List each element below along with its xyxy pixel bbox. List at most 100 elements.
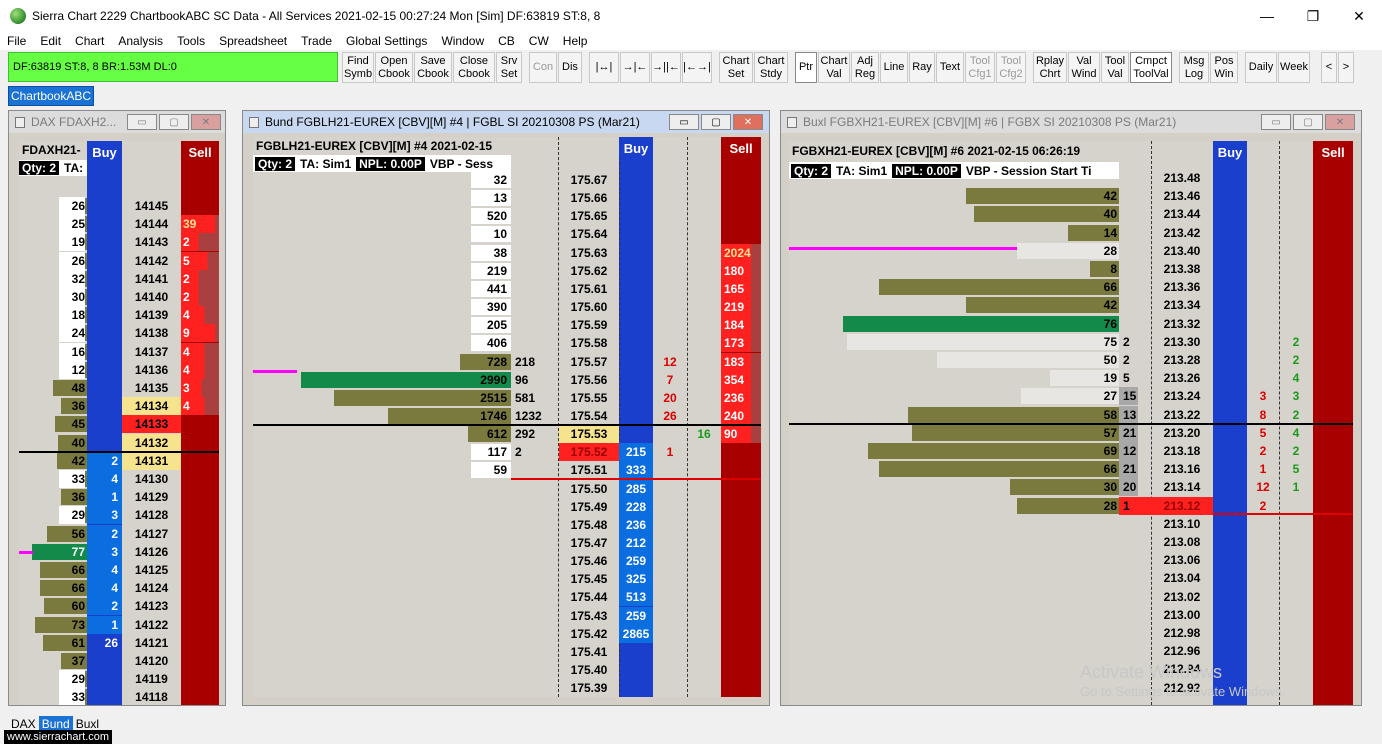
bund-ladder-row[interactable]: 175.40 <box>253 661 761 679</box>
dax-restore-button[interactable]: ▢ <box>159 114 189 130</box>
buxl-ladder-row[interactable]: 66 213.36 <box>789 278 1353 296</box>
dax-ladder-row[interactable]: 66 14124 4 <box>19 579 219 598</box>
buxl-ladder-row[interactable]: 27 15 213.24 3 3 <box>789 387 1353 406</box>
dax-ladder-row[interactable]: 33 14118 <box>19 688 219 705</box>
menu-global-settings[interactable]: Global Settings <box>339 34 434 48</box>
bund-window-caption[interactable]: Bund FGBLH21-EUREX [CBV][M] #4 | FGBL SI… <box>243 111 769 133</box>
buxl-ladder-row[interactable]: 28 213.40 <box>789 242 1353 260</box>
dax-ladder-row[interactable]: 24 14138 9 <box>19 324 219 343</box>
dax-ladder-row[interactable]: 16 14137 4 <box>19 342 219 361</box>
toolbar-button-rplay-chrt[interactable]: Rplay Chrt <box>1033 52 1067 83</box>
menu-edit[interactable]: Edit <box>33 34 68 48</box>
dax-ladder-row[interactable]: 29 14119 <box>19 670 219 689</box>
toolbar-button-chart-stdy[interactable]: Chart Stdy <box>754 52 788 83</box>
dax-minimize-button[interactable]: ▭ <box>127 114 157 130</box>
toolbar-button-chart-set[interactable]: Chart Set <box>719 52 753 83</box>
bund-ladder-row[interactable]: 38 175.63 2024 <box>253 243 761 262</box>
toolbar-button-srv-set[interactable]: Srv Set <box>496 52 522 83</box>
toolbar-button-tool-cfg1[interactable]: Tool Cfg1 <box>965 52 995 83</box>
bund-ladder-row[interactable]: 175.39 <box>253 679 761 697</box>
toolbar-button-cmpct-toolval[interactable]: Cmpct ToolVal <box>1130 52 1172 83</box>
bund-ladder-row[interactable]: 175.50 285 <box>253 479 761 498</box>
bund-ladder-row[interactable]: 2990 96 175.56 7 354 <box>253 370 761 389</box>
bund-ladder-row[interactable]: 175.47 212 <box>253 534 761 552</box>
bund-ladder-row[interactable]: 175.48 236 <box>253 515 761 534</box>
bund-ladder-row[interactable]: 520 175.65 <box>253 207 761 225</box>
close-button[interactable]: ✕ <box>1336 0 1382 32</box>
buxl-ladder-row[interactable]: 58 13 213.22 8 2 <box>789 405 1353 424</box>
buxl-ladder-row[interactable]: 213.08 <box>789 533 1353 551</box>
bund-close-button[interactable]: ✕ <box>733 114 763 130</box>
buxl-ladder-row[interactable]: 8 213.38 <box>789 260 1353 278</box>
bund-ladder-row[interactable]: 390 175.60 219 <box>253 298 761 317</box>
toolbar-button-val-wind[interactable]: Val Wind <box>1068 52 1100 83</box>
buxl-ladder-row[interactable]: 69 12 213.18 2 2 <box>789 442 1353 460</box>
dax-ladder-row[interactable]: 42 14131 2 <box>19 451 219 470</box>
buxl-ladder-row[interactable]: 213.00 <box>789 606 1353 624</box>
maximize-button[interactable]: ❐ <box>1290 0 1336 32</box>
toolbar-button-open-cbook[interactable]: Open Cbook <box>375 52 413 83</box>
dax-ladder-row[interactable]: 77 14126 3 <box>19 542 219 561</box>
toolbar-button-tool-cfg2[interactable]: Tool Cfg2 <box>996 52 1026 83</box>
buxl-minimize-button[interactable]: ▭ <box>1261 114 1291 130</box>
toolbar-button-pos-win[interactable]: Pos Win <box>1210 52 1238 83</box>
toolbar-button-close-cbook[interactable]: Close Cbook <box>453 52 495 83</box>
menu-spreadsheet[interactable]: Spreadsheet <box>212 34 294 48</box>
bund-ladder-row[interactable]: 441 175.61 165 <box>253 279 761 298</box>
dax-ladder-row[interactable]: 33 14130 4 <box>19 470 219 488</box>
dax-ladder-row[interactable]: 36 14134 4 <box>19 397 219 416</box>
toolbar-button-xxxx[interactable]: |←→| <box>682 52 712 83</box>
menu-tools[interactable]: Tools <box>170 34 212 48</box>
dax-ladder-row[interactable]: 25 14144 39 <box>19 215 219 234</box>
buxl-ladder-row[interactable]: 57 21 213.20 5 4 <box>789 423 1353 442</box>
buxl-ladder-row[interactable]: 50 2 213.28 2 <box>789 351 1353 369</box>
bund-ladder-row[interactable]: 175.41 <box>253 643 761 661</box>
toolbar-button-save-cbook[interactable]: Save Cbook <box>414 52 452 83</box>
dax-ladder-row[interactable]: 40 14132 <box>19 433 219 452</box>
buxl-ladder-row[interactable]: 30 20 213.14 12 1 <box>789 478 1353 497</box>
bund-ladder-row[interactable]: 10 175.64 <box>253 225 761 243</box>
toolbar-button-xxx[interactable]: |↔| <box>589 52 619 83</box>
toolbar-button-find-symb[interactable]: Find Symb <box>342 52 374 83</box>
buxl-ladder-row[interactable]: 213.10 <box>789 515 1353 533</box>
dax-ladder-row[interactable]: 45 14133 <box>19 415 219 434</box>
buxl-ladder-row[interactable]: 19 5 213.26 4 <box>789 369 1353 387</box>
dax-ladder-row[interactable]: 26 14142 5 <box>19 251 219 270</box>
bund-ladder-row[interactable]: 175.46 259 <box>253 552 761 571</box>
bund-ladder-row[interactable]: 117 2 175.52 215 1 <box>253 443 761 462</box>
dax-ladder-row[interactable]: 36 14129 1 <box>19 488 219 507</box>
buxl-ladder-row[interactable]: 213.02 <box>789 588 1353 606</box>
toolbar-button-ray[interactable]: Ray <box>909 52 935 83</box>
chartbook-tab[interactable]: ChartbookABC <box>8 86 94 106</box>
bund-ladder-row[interactable]: 1746 1232 175.54 26 240 <box>253 406 761 425</box>
toolbar-button-con[interactable]: Con <box>529 52 557 83</box>
bund-ladder-row[interactable]: 219 175.62 180 <box>253 261 761 280</box>
bund-ladder-row[interactable]: 728 218 175.57 12 183 <box>253 352 761 371</box>
toolbar-button-tool-val[interactable]: Tool Val <box>1101 52 1129 83</box>
dax-ladder-row[interactable]: 48 14135 3 <box>19 379 219 397</box>
buxl-ladder-row[interactable]: 212.96 <box>789 642 1353 660</box>
toolbar-button-xxxx[interactable]: →||← <box>651 52 681 83</box>
buxl-ladder-row[interactable]: 213.04 <box>789 569 1353 587</box>
dax-dom-ladder[interactable]: Buy Sell FDAXH21- Qty: 2 TA: 26 14145 25 14… <box>19 141 219 705</box>
toolbar-button-dis[interactable]: Dis <box>558 52 582 83</box>
bund-ladder-row[interactable]: 612 292 175.53 16 90 <box>253 425 761 444</box>
menu-cw[interactable]: CW <box>522 34 556 48</box>
dax-ladder-row[interactable]: 32 14141 2 <box>19 269 219 288</box>
menu-trade[interactable]: Trade <box>294 34 339 48</box>
menu-file[interactable]: File <box>0 34 33 48</box>
toolbar-button-text[interactable]: Text <box>936 52 964 83</box>
toolbar-button-daily[interactable]: Daily <box>1245 52 1277 83</box>
bund-ladder-row[interactable]: 205 175.59 184 <box>253 316 761 335</box>
menu-window[interactable]: Window <box>434 34 491 48</box>
dax-ladder-row[interactable]: 37 14120 <box>19 652 219 670</box>
bund-ladder-row[interactable]: 175.42 2865 <box>253 624 761 643</box>
bund-ladder-row[interactable]: 13 175.66 <box>253 189 761 207</box>
dax-ladder-row[interactable]: 66 14125 4 <box>19 561 219 579</box>
buxl-ladder-row[interactable]: 76 213.32 <box>789 315 1353 333</box>
buxl-ladder-row[interactable]: 14 213.42 <box>789 224 1353 242</box>
dax-ladder-row[interactable]: 12 14136 4 <box>19 360 219 379</box>
menu-chart[interactable]: Chart <box>68 34 111 48</box>
buxl-ladder-row[interactable]: 40 213.44 <box>789 205 1353 223</box>
dax-ladder-row[interactable]: 73 14122 1 <box>19 615 219 634</box>
